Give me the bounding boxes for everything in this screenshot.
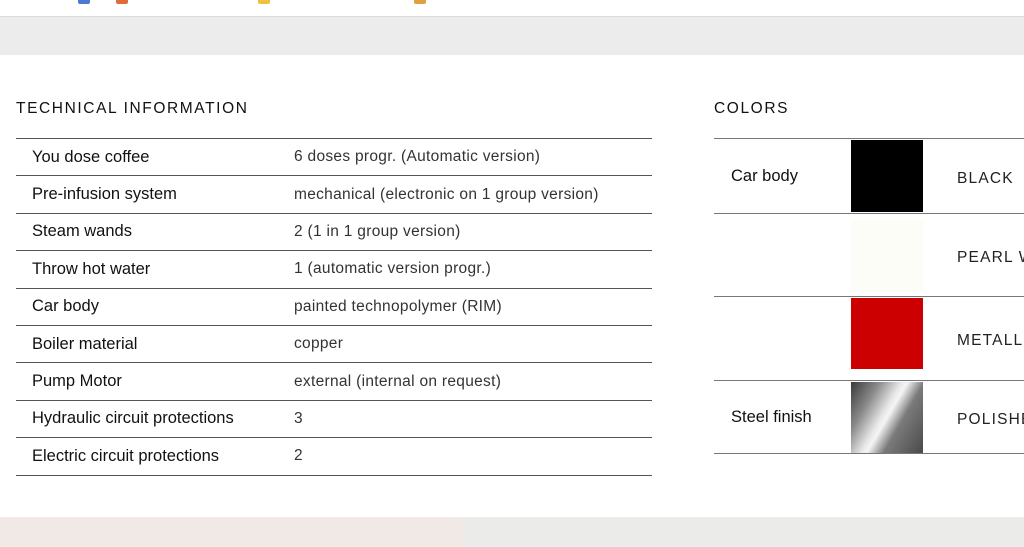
spec-value: 6 doses progr. (Automatic version) — [294, 137, 652, 176]
color-row: Car body BLACK — [714, 138, 1024, 213]
table-row: Boiler material copper — [16, 324, 652, 363]
tab-favicon-icon — [258, 0, 270, 4]
table-row: Hydraulic circuit protections 3 — [16, 399, 652, 438]
spec-value: 3 — [294, 399, 652, 438]
color-name: METALL — [957, 332, 1024, 349]
spec-label: Throw hot water — [16, 250, 294, 289]
spec-value: painted technopolymer (RIM) — [294, 287, 652, 326]
pearl-white-swatch[interactable] — [851, 220, 923, 292]
tab-favicon-icon — [116, 0, 128, 4]
spec-value: 1 (automatic version progr.) — [294, 250, 652, 289]
technical-information-table: You dose coffee 6 doses progr. (Automati… — [16, 137, 652, 476]
color-name: POLISHE — [957, 411, 1024, 428]
color-row: METALL — [714, 296, 1024, 380]
black-swatch[interactable] — [851, 140, 923, 212]
color-row-label: Car body — [731, 167, 798, 185]
spec-value: copper — [294, 324, 652, 363]
metallic-red-swatch[interactable] — [851, 298, 923, 369]
color-row: PEARL W — [714, 213, 1024, 296]
footer-band — [463, 517, 1024, 547]
colors-title: COLORS — [714, 100, 790, 117]
spec-label: Electric circuit protections — [16, 437, 294, 476]
spec-value: external (internal on request) — [294, 362, 652, 401]
spec-label: You dose coffee — [16, 137, 294, 176]
header-band — [0, 17, 1024, 55]
colors-table: Car body BLACK PEARL W METALL Steel fini… — [714, 138, 1024, 454]
spec-label: Pre-infusion system — [16, 175, 294, 214]
spec-value: 2 (1 in 1 group version) — [294, 212, 652, 251]
browser-top-strip — [0, 0, 1024, 17]
table-row: Pump Motor external (internal on request… — [16, 362, 652, 401]
table-row: Electric circuit protections 2 — [16, 437, 652, 476]
table-row: Pre-infusion system mechanical (electron… — [16, 175, 652, 214]
table-row: You dose coffee 6 doses progr. (Automati… — [16, 137, 652, 176]
color-row: Steel finish POLISHE — [714, 380, 1024, 454]
spec-label: Car body — [16, 287, 294, 326]
color-name: BLACK — [957, 170, 1014, 187]
spec-label: Boiler material — [16, 324, 294, 363]
spec-value: 2 — [294, 437, 652, 476]
table-row: Steam wands 2 (1 in 1 group version) — [16, 212, 652, 251]
table-row: Car body painted technopolymer (RIM) — [16, 287, 652, 326]
footer-band — [0, 517, 463, 547]
color-row-label: Steel finish — [731, 408, 812, 426]
color-name: PEARL W — [957, 249, 1024, 266]
technical-information-title: TECHNICAL INFORMATION — [16, 100, 249, 117]
spec-value: mechanical (electronic on 1 group versio… — [294, 175, 652, 214]
table-row: Throw hot water 1 (automatic version pro… — [16, 250, 652, 289]
spec-label: Hydraulic circuit protections — [16, 399, 294, 438]
spec-label: Steam wands — [16, 212, 294, 251]
tab-favicon-icon — [78, 0, 90, 4]
polished-steel-swatch[interactable] — [851, 382, 923, 453]
spec-label: Pump Motor — [16, 362, 294, 401]
tab-favicon-icon — [414, 0, 426, 4]
